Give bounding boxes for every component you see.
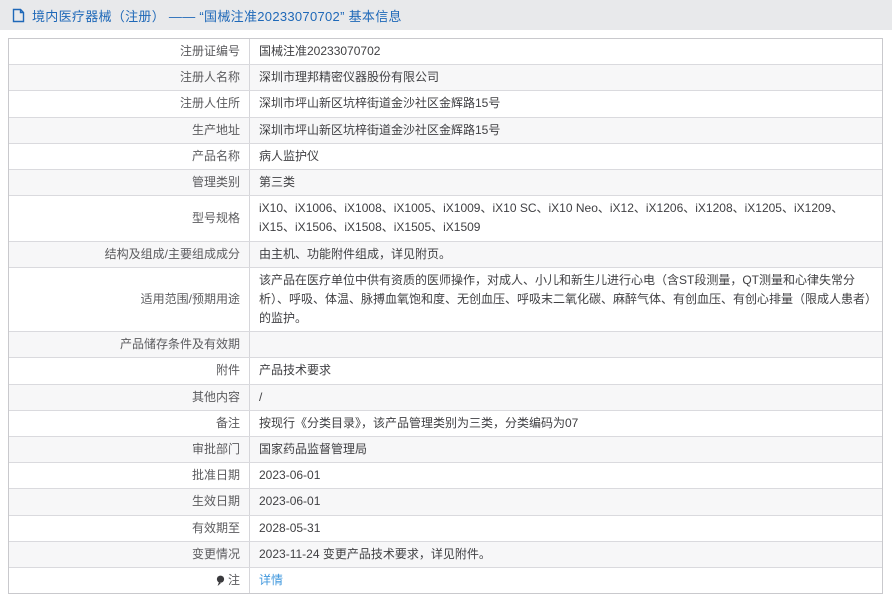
- row-value: iX10、iX1006、iX1008、iX1005、iX1009、iX10 SC…: [259, 201, 844, 235]
- row-label: 产品名称: [191, 148, 240, 163]
- row-value: 2023-06-01: [259, 468, 321, 483]
- table-row-intended-use: 适用范围/预期用途 该产品在医疗单位中供有资质的医师操作，对成人、小儿和新生儿进…: [9, 266, 882, 332]
- row-value: 2023-06-01: [259, 494, 321, 509]
- row-value: 由主机、功能附件组成，详见附页。: [259, 246, 452, 261]
- row-label: 备注: [215, 415, 240, 430]
- row-label: 产品储存条件及有效期: [119, 337, 240, 352]
- row-label: 注: [9, 568, 249, 593]
- row-value: /: [259, 389, 263, 404]
- table-row-registrant-name: 注册人名称 深圳市理邦精密仪器股份有限公司: [9, 64, 882, 91]
- table-row-approval-department: 审批部门 国家药品监督管理局: [9, 436, 882, 463]
- row-value: 2023-11-24 变更产品技术要求，详见附件。: [259, 546, 491, 561]
- row-label: 其他内容: [191, 389, 240, 404]
- row-value: 病人监护仪: [259, 148, 320, 163]
- table-row-approval-date: 批准日期 2023-06-01: [9, 462, 882, 489]
- pin-icon: [216, 575, 225, 587]
- row-value: 深圳市理邦精密仪器股份有限公司: [259, 70, 440, 85]
- document-icon: [12, 8, 25, 23]
- row-label: 管理类别: [191, 174, 240, 189]
- row-value: 深圳市坪山新区坑梓街道金沙社区金辉路15号: [259, 96, 501, 111]
- row-value: 国械注准20233070702: [259, 44, 381, 58]
- table-row-cert-number: 注册证编号 国械注准20233070702: [9, 39, 882, 65]
- row-label: 结构及组成/主要组成成分: [104, 246, 240, 261]
- row-value: 2028-05-31: [259, 520, 321, 535]
- page-header: 境内医疗器械（注册） —— “国械注准20233070702” 基本信息: [0, 0, 892, 30]
- row-label: 适用范围/预期用途: [140, 291, 240, 306]
- table-row-management-class: 管理类别 第三类: [9, 168, 882, 196]
- row-label: 型号规格: [191, 210, 240, 225]
- row-label: 变更情况: [191, 546, 240, 561]
- row-value: 产品技术要求: [259, 363, 332, 378]
- row-label: 注册证编号: [179, 44, 240, 58]
- row-label: 生产地址: [191, 122, 240, 137]
- table-row-remarks: 备注 按现行《分类目录》，该产品管理类别为三类，分类编码为07: [9, 409, 882, 436]
- row-value: 第三类: [259, 174, 296, 189]
- row-value: 该产品在医疗单位中供有资质的医师操作，对成人、小儿和新生儿进行心电（含ST段测量…: [259, 272, 872, 326]
- table-row-other-content: 其他内容 /: [9, 383, 882, 410]
- table-row-effective-date: 生效日期 2023-06-01: [9, 488, 882, 515]
- table-row-expiry-date: 有效期至 2028-05-31: [9, 514, 882, 541]
- row-value: 按现行《分类目录》，该产品管理类别为三类，分类编码为07: [259, 415, 579, 430]
- table-row-change-history: 变更情况 2023-11-24 变更产品技术要求，详见附件。: [9, 540, 882, 567]
- row-label: 生效日期: [191, 494, 240, 509]
- row-value: 国家药品监督管理局: [259, 442, 368, 456]
- note-label-text: 注: [227, 572, 240, 587]
- table-row-product-name: 产品名称 病人监护仪: [9, 142, 882, 169]
- row-label: 附件: [215, 363, 240, 378]
- row-label: 批准日期: [191, 468, 240, 483]
- page-title: 境内医疗器械（注册） —— “国械注准20233070702” 基本信息: [32, 8, 402, 24]
- registration-info-table: 注册证编号 国械注准20233070702 注册人名称 深圳市理邦精密仪器股份有…: [8, 38, 883, 594]
- row-label: 注册人名称: [179, 70, 240, 85]
- row-value: 深圳市坪山新区坑梓街道金沙社区金辉路15号: [259, 122, 501, 137]
- table-row-model-specs: 型号规格 iX10、iX1006、iX1008、iX1005、iX1009、iX…: [9, 195, 882, 241]
- row-label: 审批部门: [191, 442, 240, 456]
- row-label: 有效期至: [191, 520, 240, 535]
- row-label: 注册人住所: [179, 96, 240, 111]
- table-row-attachments: 附件 产品技术要求: [9, 357, 882, 384]
- detail-link[interactable]: 详情: [259, 571, 283, 590]
- table-row-production-address: 生产地址 深圳市坪山新区坑梓街道金沙社区金辉路15号: [9, 116, 882, 143]
- table-row-structure-composition: 结构及组成/主要组成成分 由主机、功能附件组成，详见附页。: [9, 240, 882, 267]
- table-row-registrant-address: 注册人住所 深圳市坪山新区坑梓街道金沙社区金辉路15号: [9, 90, 882, 117]
- table-row-storage-conditions: 产品储存条件及有效期: [9, 331, 882, 358]
